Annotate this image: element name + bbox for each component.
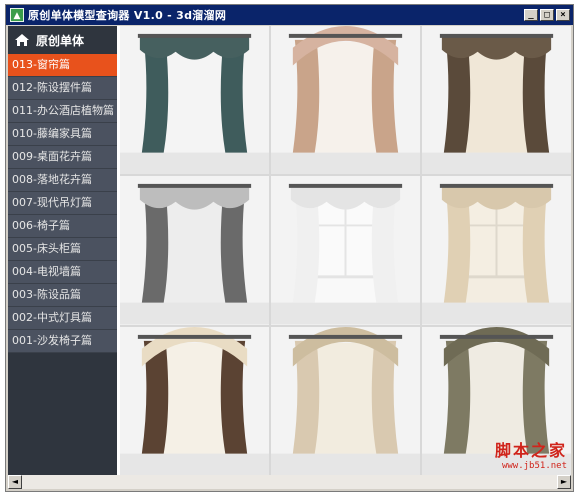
window-title: 原创单体模型查询器 V1.0 - 3d溜溜网	[28, 9, 227, 22]
horizontal-scrollbar[interactable]: ◄ ►	[8, 475, 571, 489]
sidebar-item[interactable]: 001-沙发椅子篇	[8, 330, 117, 353]
sidebar-item[interactable]: 006-椅子篇	[8, 215, 117, 238]
sidebar-item[interactable]: 013-窗帘篇	[8, 54, 117, 77]
sidebar-item[interactable]: 002-中式灯具篇	[8, 307, 117, 330]
minimize-button[interactable]: _	[524, 9, 538, 21]
sidebar-item[interactable]: 008-落地花卉篇	[8, 169, 117, 192]
curtain-image	[271, 326, 420, 475]
curtain-image	[271, 26, 420, 175]
curtain-image	[422, 176, 571, 325]
thumbnail-grid	[120, 26, 571, 475]
window-controls: _ □ ×	[524, 9, 570, 21]
maximize-button[interactable]: □	[540, 9, 554, 21]
thumbnail-curtain-white-sheer-window[interactable]	[271, 176, 420, 325]
watermark: 脚本之家 www.jb51.net	[495, 437, 567, 471]
thumbnail-curtain-brown-cream-sheer[interactable]	[422, 26, 571, 175]
title-bar[interactable]: ▲ 原创单体模型查询器 V1.0 - 3d溜溜网 _ □ ×	[6, 5, 573, 25]
curtain-image	[422, 26, 571, 175]
thumbnail-curtain-arched-beige-pink[interactable]	[271, 26, 420, 175]
sidebar-item[interactable]: 010-藤编家具篇	[8, 123, 117, 146]
thumbnail-curtain-dark-teal-swag[interactable]	[120, 26, 269, 175]
curtain-image	[120, 26, 269, 175]
curtain-image	[120, 176, 269, 325]
scroll-track[interactable]	[22, 475, 557, 489]
close-button[interactable]: ×	[556, 9, 570, 21]
sidebar-title: 原创单体	[36, 33, 85, 48]
sidebar-item[interactable]: 009-桌面花卉篇	[8, 146, 117, 169]
category-list: 013-窗帘篇 012-陈设摆件篇 011-办公酒店植物篇 010-藤编家具篇 009-…	[8, 54, 117, 353]
sidebar-header: 原创单体	[8, 26, 117, 54]
thumbnail-curtain-grey-white-lace[interactable]	[120, 176, 269, 325]
client-area: 原创单体 013-窗帘篇 012-陈设摆件篇 011-办公酒店植物篇 010-藤编家具…	[8, 26, 571, 475]
scroll-left-arrow-icon[interactable]: ◄	[8, 475, 22, 489]
sidebar-item[interactable]: 012-陈设摆件篇	[8, 77, 117, 100]
curtain-image	[120, 326, 269, 475]
sidebar-item[interactable]: 005-床头柜篇	[8, 238, 117, 261]
house-icon	[15, 34, 29, 46]
watermark-url: www.jb51.net	[501, 461, 567, 471]
category-sidebar: 原创单体 013-窗帘篇 012-陈设摆件篇 011-办公酒店植物篇 010-藤编家具…	[8, 26, 117, 475]
scroll-right-arrow-icon[interactable]: ►	[557, 475, 571, 489]
curtain-image	[271, 176, 420, 325]
app-icon: ▲	[10, 8, 24, 22]
sidebar-item[interactable]: 004-电视墙篇	[8, 261, 117, 284]
watermark-text: 脚本之家	[494, 441, 567, 460]
thumbnail-curtain-arched-cream[interactable]	[271, 326, 420, 475]
sidebar-item[interactable]: 003-陈设品篇	[8, 284, 117, 307]
app-window: ▲ 原创单体模型查询器 V1.0 - 3d溜溜网 _ □ × 原创单体 013-…	[5, 4, 574, 492]
thumbnail-curtain-floral-brown-arch[interactable]	[120, 326, 269, 475]
sidebar-item[interactable]: 007-现代吊灯篇	[8, 192, 117, 215]
thumbnail-curtain-beige-tied-window[interactable]	[422, 176, 571, 325]
sidebar-item[interactable]: 011-办公酒店植物篇	[8, 100, 117, 123]
